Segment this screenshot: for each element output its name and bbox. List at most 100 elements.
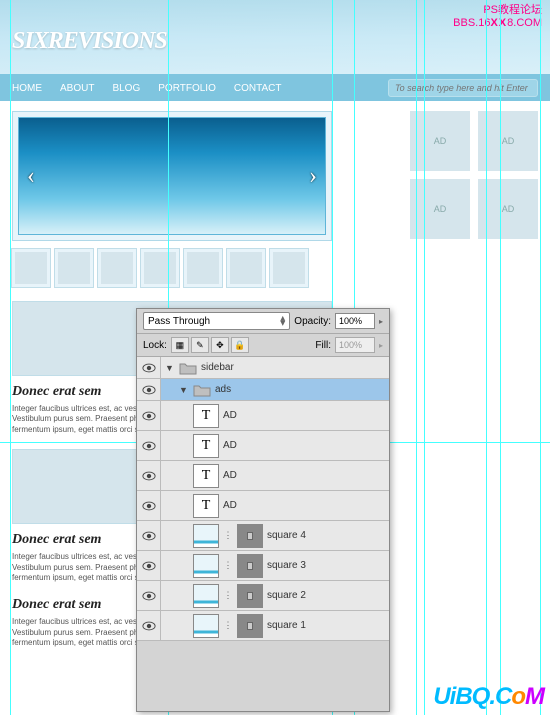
layer-row[interactable]: T AD — [137, 431, 389, 461]
visibility-eye-icon[interactable] — [137, 357, 161, 378]
guide-vertical — [416, 0, 417, 715]
lock-transparent-icon[interactable]: ▦ — [171, 337, 189, 353]
ad-slot-1[interactable]: AD — [410, 111, 470, 171]
layer-name[interactable]: AD — [223, 410, 237, 421]
lock-pixels-icon[interactable]: ✎ — [191, 337, 209, 353]
site-logo: SIXREVISIONS — [12, 28, 167, 55]
carousel-next-icon[interactable]: › — [303, 163, 323, 190]
layer-name[interactable]: square 3 — [267, 560, 306, 571]
fill-input[interactable]: 100% — [335, 337, 375, 353]
nav-home[interactable]: HOME — [12, 83, 42, 94]
main-nav: HOME ABOUT BLOG PORTFOLIO CONTACT — [0, 75, 550, 101]
lock-position-icon[interactable]: ✥ — [211, 337, 229, 353]
text-layer-thumb-icon: T — [193, 434, 219, 458]
layer-row-body: T AD — [161, 461, 389, 490]
blend-mode-dropdown[interactable]: Pass Through ▴▾ — [143, 312, 290, 330]
nav-about[interactable]: ABOUT — [60, 83, 94, 94]
ad-slot-3[interactable]: AD — [410, 179, 470, 239]
layer-row-body: ⋮ square 4 — [161, 521, 389, 550]
layer-row-body: ▼ sidebar — [161, 357, 389, 378]
layer-row-body: ▼ ads — [161, 379, 389, 400]
layers-panel[interactable]: Pass Through ▴▾ Opacity: 100% ▸ Lock: ▦ … — [136, 308, 390, 712]
layer-name[interactable]: square 1 — [267, 620, 306, 631]
layer-row-body: T AD — [161, 401, 389, 430]
layer-row[interactable]: ⋮ square 4 — [137, 521, 389, 551]
nav-portfolio[interactable]: PORTFOLIO — [158, 83, 216, 94]
layer-row[interactable]: T AD — [137, 401, 389, 431]
thumb-1[interactable] — [12, 249, 50, 287]
visibility-eye-icon[interactable] — [137, 551, 161, 580]
layer-thumb — [193, 584, 219, 608]
layer-name[interactable]: AD — [223, 470, 237, 481]
search-input[interactable] — [388, 79, 538, 97]
nav-blog[interactable]: BLOG — [112, 83, 140, 94]
layers-panel-top: Pass Through ▴▾ Opacity: 100% ▸ — [137, 309, 389, 334]
layer-row[interactable]: ⋮ square 1 — [137, 611, 389, 641]
carousel-slide — [18, 117, 326, 235]
layers-panel-lock-row: Lock: ▦ ✎ ✥ 🔒 Fill: 100% ▸ — [137, 334, 389, 357]
thumb-6[interactable] — [227, 249, 265, 287]
visibility-eye-icon[interactable] — [137, 401, 161, 430]
guide-vertical — [486, 0, 487, 715]
thumb-4[interactable] — [141, 249, 179, 287]
thumb-3[interactable] — [98, 249, 136, 287]
link-icon[interactable]: ⋮ — [223, 558, 233, 574]
lock-label: Lock: — [143, 340, 167, 351]
layer-row[interactable]: ▼ sidebar — [137, 357, 389, 379]
visibility-eye-icon[interactable] — [137, 491, 161, 520]
layer-row[interactable]: ⋮ square 2 — [137, 581, 389, 611]
thumb-2[interactable] — [55, 249, 93, 287]
folder-icon — [179, 361, 197, 375]
layer-row[interactable]: T AD — [137, 461, 389, 491]
layer-row[interactable]: ▼ ads — [137, 379, 389, 401]
visibility-eye-icon[interactable] — [137, 521, 161, 550]
layer-row-body: T AD — [161, 431, 389, 460]
watermark-line1: PS教程论坛 — [453, 4, 542, 17]
vector-mask-thumb — [237, 524, 263, 548]
ad-slot-4[interactable]: AD — [478, 179, 538, 239]
disclosure-triangle-icon[interactable]: ▼ — [165, 363, 175, 373]
carousel-prev-icon[interactable]: ‹ — [21, 163, 41, 190]
opacity-input[interactable]: 100% — [335, 313, 375, 329]
link-icon[interactable]: ⋮ — [223, 588, 233, 604]
text-layer-thumb-icon: T — [193, 404, 219, 428]
thumb-7[interactable] — [270, 249, 308, 287]
layer-row[interactable]: TAD — [137, 491, 389, 521]
layer-row[interactable]: ⋮ square 3 — [137, 551, 389, 581]
visibility-eye-icon[interactable] — [137, 581, 161, 610]
fill-flyout-icon[interactable]: ▸ — [379, 341, 383, 350]
layer-row-body: ⋮ square 1 — [161, 611, 389, 640]
hero-carousel: ‹ › — [12, 111, 332, 241]
layer-name[interactable]: sidebar — [201, 362, 234, 373]
ad-slot-2[interactable]: AD — [478, 111, 538, 171]
thumb-5[interactable] — [184, 249, 222, 287]
visibility-eye-icon[interactable] — [137, 431, 161, 460]
link-icon[interactable]: ⋮ — [223, 528, 233, 544]
guide-vertical — [10, 0, 11, 715]
link-icon[interactable]: ⋮ — [223, 618, 233, 634]
layer-row-body: ⋮ square 2 — [161, 581, 389, 610]
layer-list: ▼sidebar▼adsTADTADTADTAD⋮square 4⋮square… — [137, 357, 389, 641]
page-header: SIXREVISIONS PS教程论坛 BBS.16XX8.COM — [0, 0, 550, 75]
guide-vertical — [424, 0, 425, 715]
watermark-bottom: UiBQ.CoM — [433, 683, 544, 711]
layer-name[interactable]: square 4 — [267, 530, 306, 541]
visibility-eye-icon[interactable] — [137, 379, 161, 400]
visibility-eye-icon[interactable] — [137, 611, 161, 640]
watermark-top: PS教程论坛 BBS.16XX8.COM — [453, 4, 542, 30]
layer-thumb — [193, 614, 219, 638]
watermark-line2: BBS.16XX8.COM — [453, 17, 542, 30]
lock-icons: ▦ ✎ ✥ 🔒 — [171, 337, 249, 353]
lock-all-icon[interactable]: 🔒 — [231, 337, 249, 353]
layer-thumb — [193, 524, 219, 548]
opacity-flyout-icon[interactable]: ▸ — [379, 317, 383, 326]
layer-name[interactable]: square 2 — [267, 590, 306, 601]
nav-contact[interactable]: CONTACT — [234, 83, 282, 94]
disclosure-triangle-icon[interactable]: ▼ — [179, 385, 189, 395]
layer-name[interactable]: ads — [215, 384, 231, 395]
visibility-eye-icon[interactable] — [137, 461, 161, 490]
layer-name[interactable]: AD — [223, 500, 237, 511]
layer-row-body: ⋮ square 3 — [161, 551, 389, 580]
layer-name[interactable]: AD — [223, 440, 237, 451]
text-layer-thumb-icon: T — [193, 464, 219, 488]
